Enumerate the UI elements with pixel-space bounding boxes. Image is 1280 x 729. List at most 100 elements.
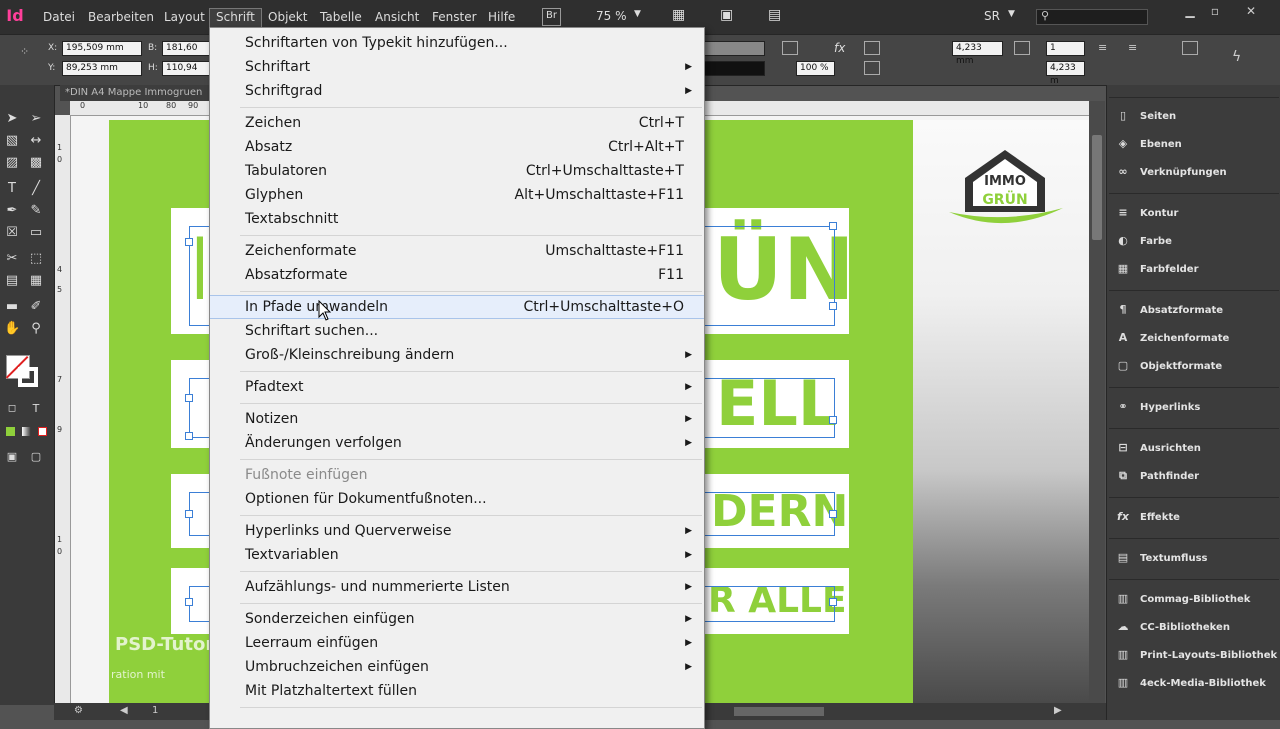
vertical-scrollbar[interactable] — [1089, 101, 1105, 703]
selection-handle[interactable] — [829, 598, 837, 606]
apply-gradient-icon[interactable] — [22, 427, 31, 436]
menu-fenster[interactable]: Fenster — [426, 9, 483, 27]
menu-layout[interactable]: Layout — [158, 9, 211, 27]
close-icon[interactable]: ✕ — [1241, 4, 1261, 18]
workspace-dropdown-icon[interactable]: ▼ — [1008, 9, 1015, 25]
menu-item-hyperlinks[interactable]: Hyperlinks und Querverweise ▶ — [210, 520, 704, 542]
free-transform-tool-icon[interactable]: ⬚ — [28, 251, 44, 267]
text-align-icon[interactable]: ≡ — [1098, 41, 1112, 54]
selection-handle[interactable] — [185, 394, 193, 402]
hand-tool-icon[interactable]: ✋ — [4, 321, 20, 337]
menu-item-aenderungen-verfolgen[interactable]: Änderungen verfolgen ▶ — [210, 432, 704, 454]
stroke-weight-field[interactable]: 4,233 mm — [952, 41, 1003, 66]
menu-item-notizen[interactable]: Notizen ▶ — [210, 408, 704, 430]
text-align-top-icon[interactable]: ≡ — [1128, 41, 1142, 54]
menu-item-leerraum[interactable]: Leerraum einfügen ▶ — [210, 632, 704, 654]
menu-item-schriftgrad[interactable]: Schriftgrad ▶ — [210, 80, 704, 102]
panel-ebenen[interactable]: ◈ Ebenen — [1115, 137, 1182, 153]
selection-handle[interactable] — [185, 238, 193, 246]
horizontal-scrollbar-thumb[interactable] — [734, 707, 824, 716]
gutter-field[interactable]: 4,233 m — [1046, 61, 1085, 86]
wrap-icon[interactable] — [864, 61, 880, 75]
menu-item-absatz[interactable]: Absatz Ctrl+Alt+T — [210, 136, 704, 158]
panel-seiten[interactable]: ▯ Seiten — [1115, 109, 1176, 125]
menu-item-sonderzeichen[interactable]: Sonderzeichen einfügen ▶ — [210, 608, 704, 630]
maximize-icon[interactable]: ▫ — [1205, 4, 1225, 18]
zoom-dropdown-icon[interactable]: ▼ — [634, 9, 641, 25]
panel-farbfelder[interactable]: ▦ Farbfelder — [1115, 262, 1199, 278]
formatting-text-icon[interactable]: T — [28, 401, 44, 417]
panel-commag-bibliothek[interactable]: ▥ Commag-Bibliothek — [1115, 592, 1251, 608]
view-options-icon[interactable]: ▦ — [672, 7, 685, 23]
content-placer-icon[interactable]: ▩ — [28, 155, 44, 171]
screen-mode-icon[interactable]: ▣ — [720, 7, 733, 23]
columns-icon[interactable] — [1014, 41, 1030, 55]
selection-handle[interactable] — [185, 432, 193, 440]
menu-item-textvariablen[interactable]: Textvariablen ▶ — [210, 544, 704, 566]
menu-item-platzhaltertext[interactable]: Mit Platzhaltertext füllen — [210, 680, 704, 702]
columns-field[interactable]: 1 — [1046, 41, 1085, 56]
width-field[interactable]: 181,60 — [162, 41, 212, 56]
pen-tool-icon[interactable]: ✒ — [4, 203, 20, 219]
menu-item-optionen-fussnoten[interactable]: Optionen für Dokumentfußnoten... — [210, 488, 704, 510]
selection-handle[interactable] — [829, 302, 837, 310]
panel-kontur[interactable]: ≡ Kontur — [1115, 206, 1178, 222]
menu-schrift[interactable]: Schrift — [209, 8, 262, 28]
rectangle-tool-icon[interactable]: ▭ — [28, 225, 44, 241]
x-field[interactable]: 195,509 mm — [62, 41, 142, 56]
menu-item-umbruchzeichen[interactable]: Umbruchzeichen einfügen ▶ — [210, 656, 704, 678]
page-tool-icon[interactable]: ▧ — [4, 133, 20, 149]
menu-item-gross-kleinschreibung[interactable]: Groß-/Kleinschreibung ändern ▶ — [210, 344, 704, 366]
menu-objekt[interactable]: Objekt — [262, 9, 313, 27]
selection-handle[interactable] — [185, 510, 193, 518]
minimize-icon[interactable]: ▁ — [1180, 4, 1200, 18]
view-mode-icon[interactable]: ▣ — [4, 449, 20, 465]
menu-item-pfadtext[interactable]: Pfadtext ▶ — [210, 376, 704, 398]
panel-absatzformate[interactable]: ¶ Absatzformate — [1115, 303, 1224, 319]
scissors-tool-icon[interactable]: ✂ — [4, 251, 20, 267]
panel-hyperlinks[interactable]: ⚭ Hyperlinks — [1115, 400, 1200, 416]
line-tool-icon[interactable]: ╱ — [28, 181, 44, 197]
panel-farbe[interactable]: ◐ Farbe — [1115, 234, 1172, 250]
panel-cc-bibliotheken[interactable]: ☁ CC-Bibliotheken — [1115, 620, 1230, 636]
selection-handle[interactable] — [829, 416, 837, 424]
prev-page-icon[interactable]: ◀ — [120, 705, 128, 716]
height-field[interactable]: 110,94 — [162, 61, 212, 76]
apply-none-icon[interactable] — [38, 427, 47, 436]
y-field[interactable]: 89,253 mm — [62, 61, 142, 76]
menu-item-zeichen[interactable]: Zeichen Ctrl+T — [210, 112, 704, 134]
formatting-container-icon[interactable]: ◻ — [4, 401, 20, 417]
stroke-swatch-icon[interactable] — [18, 367, 38, 387]
selection-handle[interactable] — [829, 222, 837, 230]
panel-objektformate[interactable]: ▢ Objektformate — [1115, 359, 1222, 375]
quick-apply-icon[interactable]: ϟ — [1232, 49, 1246, 65]
menu-item-in-pfade-umwandeln[interactable]: In Pfade umwandeln Ctrl+Umschalttaste+O — [210, 295, 704, 319]
panel-ausrichten[interactable]: ⊟ Ausrichten — [1115, 441, 1201, 457]
pencil-tool-icon[interactable]: ✎ — [28, 203, 44, 219]
zoom-tool-icon[interactable]: ⚲ — [28, 321, 44, 337]
auto-fit-icon[interactable] — [1182, 41, 1198, 55]
screen-mode-tool-icon[interactable]: ▢ — [28, 449, 44, 465]
fit-frame-icon[interactable] — [782, 41, 798, 55]
menu-item-typekit[interactable]: Schriftarten von Typekit hinzufügen... — [210, 32, 704, 54]
menu-item-schriftart[interactable]: Schriftart ▶ — [210, 56, 704, 78]
gradient-tool-icon[interactable]: ▤ — [4, 273, 20, 289]
menu-item-textabschnitt[interactable]: Textabschnitt — [210, 208, 704, 230]
fx-icon[interactable]: fx — [834, 41, 845, 55]
menu-item-tabulatoren[interactable]: Tabulatoren Ctrl+Umschalttaste+T — [210, 160, 704, 182]
selection-handle[interactable] — [185, 598, 193, 606]
menu-tabelle[interactable]: Tabelle — [314, 9, 368, 27]
menu-item-schriftart-suchen[interactable]: Schriftart suchen... — [210, 320, 704, 342]
menu-item-glyphen[interactable]: Glyphen Alt+Umschalttaste+F11 — [210, 184, 704, 206]
apply-color-icon[interactable] — [6, 427, 15, 436]
panel-pathfinder[interactable]: ⧉ Pathfinder — [1115, 469, 1199, 485]
stroke-color-dropdown[interactable] — [704, 61, 765, 76]
menu-item-absatzformate[interactable]: Absatzformate F11 — [210, 264, 704, 286]
search-input[interactable]: ⚲ — [1036, 9, 1148, 25]
reference-point-icon[interactable]: ⁘ — [20, 45, 34, 58]
next-arrow-icon[interactable]: ▶ — [1054, 705, 1062, 716]
gradient-feather-tool-icon[interactable]: ▦ — [28, 273, 44, 289]
preflight-icon[interactable]: ⚙ — [74, 705, 83, 716]
note-tool-icon[interactable]: ▬ — [4, 299, 20, 315]
content-collector-icon[interactable]: ▨ — [4, 155, 20, 171]
